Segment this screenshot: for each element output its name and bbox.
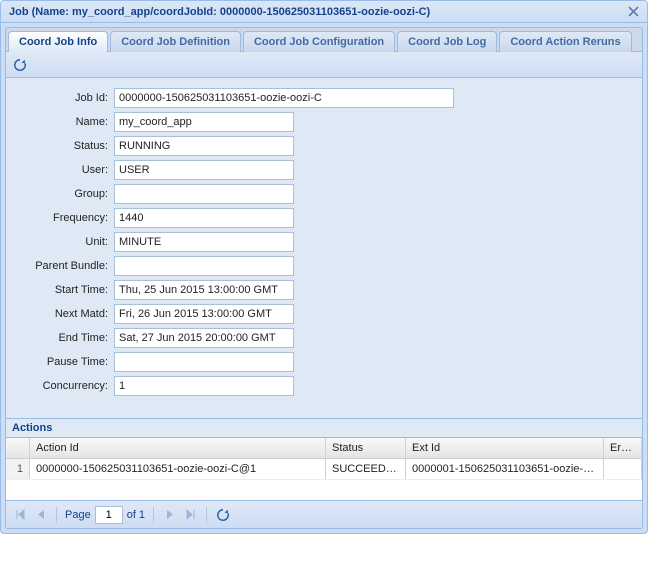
tab-panel: Job Id: Name: Status: User: Group: Frequ… — [5, 51, 643, 529]
prev-page-icon — [36, 509, 45, 520]
cell-status: SUCCEEDED — [326, 459, 406, 479]
tab-label: Coord Job Info — [19, 36, 97, 48]
next-page-icon — [166, 509, 175, 520]
tab-label: Coord Job Definition — [121, 36, 230, 48]
window-title: Job (Name: my_coord_app/coordJobId: 0000… — [9, 6, 430, 18]
col-action-id[interactable]: Action Id — [30, 438, 326, 458]
label-start-time: Start Time: — [14, 284, 114, 296]
label-frequency: Frequency: — [14, 212, 114, 224]
field-job-id[interactable] — [114, 88, 454, 108]
field-start-time[interactable] — [114, 280, 294, 300]
field-next-matd[interactable] — [114, 304, 294, 324]
titlebar: Job (Name: my_coord_app/coordJobId: 0000… — [1, 1, 647, 23]
refresh-button[interactable] — [10, 55, 30, 75]
tab-label: Coord Job Log — [408, 36, 486, 48]
page-input[interactable] — [95, 506, 123, 524]
pager-separator — [206, 507, 207, 523]
grid-header: Action Id Status Ext Id Error Code — [6, 438, 642, 459]
grid-spacer — [6, 480, 642, 500]
refresh-icon — [13, 58, 27, 72]
tab-coord-job-definition[interactable]: Coord Job Definition — [110, 31, 241, 52]
first-page-button[interactable] — [12, 507, 28, 523]
pager: Page of 1 — [6, 500, 642, 528]
job-info-form: Job Id: Name: Status: User: Group: Frequ… — [6, 78, 642, 414]
field-pause-time[interactable] — [114, 352, 294, 372]
col-rownum[interactable] — [6, 438, 30, 458]
field-frequency[interactable] — [114, 208, 294, 228]
col-status[interactable]: Status — [326, 438, 406, 458]
label-end-time: End Time: — [14, 332, 114, 344]
close-icon[interactable] — [626, 4, 641, 19]
cell-error-code — [604, 459, 642, 479]
tab-coord-job-configuration[interactable]: Coord Job Configuration — [243, 31, 395, 52]
table-row[interactable]: 1 0000000-150625031103651-oozie-oozi-C@1… — [6, 459, 642, 480]
field-end-time[interactable] — [114, 328, 294, 348]
tabstrip: Coord Job Info Coord Job Definition Coor… — [5, 27, 643, 51]
field-group[interactable] — [114, 184, 294, 204]
window-body: Coord Job Info Coord Job Definition Coor… — [1, 23, 647, 533]
field-name[interactable] — [114, 112, 294, 132]
actions-heading: Actions — [6, 418, 642, 438]
cell-action-id: 0000000-150625031103651-oozie-oozi-C@1 — [30, 459, 326, 479]
next-page-button[interactable] — [162, 507, 178, 523]
page-of-label: of 1 — [127, 509, 145, 521]
field-parent-bundle[interactable] — [114, 256, 294, 276]
label-parent-bundle: Parent Bundle: — [14, 260, 114, 272]
actions-grid: Action Id Status Ext Id Error Code 1 000… — [6, 438, 642, 500]
col-error-code[interactable]: Error Code — [604, 438, 642, 458]
label-user: User: — [14, 164, 114, 176]
field-concurrency[interactable] — [114, 376, 294, 396]
field-status[interactable] — [114, 136, 294, 156]
pager-separator — [153, 507, 154, 523]
label-name: Name: — [14, 116, 114, 128]
tab-coord-action-reruns[interactable]: Coord Action Reruns — [499, 31, 631, 52]
first-page-icon — [15, 509, 26, 520]
cell-ext-id: 0000001-150625031103651-oozie-oozi-W — [406, 459, 604, 479]
field-user[interactable] — [114, 160, 294, 180]
tab-coord-job-log[interactable]: Coord Job Log — [397, 31, 497, 52]
label-group: Group: — [14, 188, 114, 200]
pager-separator — [56, 507, 57, 523]
field-unit[interactable] — [114, 232, 294, 252]
grid-body: 1 0000000-150625031103651-oozie-oozi-C@1… — [6, 459, 642, 500]
col-ext-id[interactable]: Ext Id — [406, 438, 604, 458]
cell-rownum: 1 — [6, 459, 30, 479]
last-page-icon — [185, 509, 196, 520]
tab-label: Coord Job Configuration — [254, 36, 384, 48]
tab-coord-job-info[interactable]: Coord Job Info — [8, 31, 108, 52]
job-window: Job (Name: my_coord_app/coordJobId: 0000… — [0, 0, 648, 534]
page-label: Page — [65, 509, 91, 521]
pager-refresh-button[interactable] — [215, 507, 231, 523]
tab-label: Coord Action Reruns — [510, 36, 620, 48]
prev-page-button[interactable] — [32, 507, 48, 523]
label-unit: Unit: — [14, 236, 114, 248]
label-status: Status: — [14, 140, 114, 152]
label-concurrency: Concurrency: — [14, 380, 114, 392]
label-job-id: Job Id: — [14, 92, 114, 104]
last-page-button[interactable] — [182, 507, 198, 523]
refresh-icon — [216, 508, 230, 522]
label-next-matd: Next Matd: — [14, 308, 114, 320]
label-pause-time: Pause Time: — [14, 356, 114, 368]
toolbar — [6, 52, 642, 78]
